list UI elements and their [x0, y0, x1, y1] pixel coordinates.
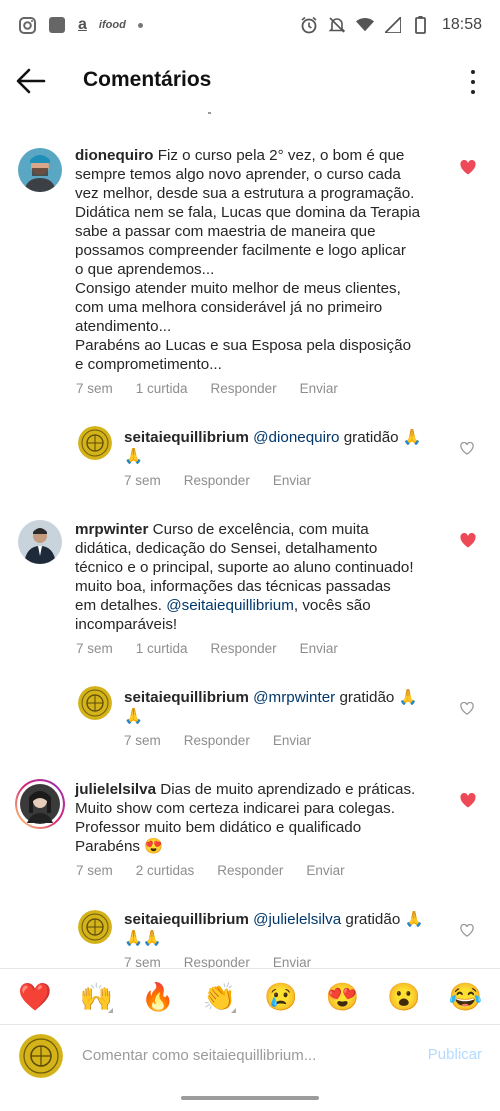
wifi-icon: [355, 16, 374, 34]
comment-composer: Publicar: [0, 1026, 500, 1086]
fire-emoji[interactable]: 🔥: [138, 981, 178, 1013]
liked-heart-icon[interactable]: [460, 159, 476, 176]
reply-button[interactable]: Responder: [211, 641, 277, 656]
status-bar: a ifood 18:58: [0, 0, 500, 50]
reply-button[interactable]: Responder: [217, 863, 283, 878]
signal-icon: [384, 16, 402, 34]
comment-input[interactable]: [82, 1043, 402, 1067]
reply-text: seitaiequillibrium @dionequiro gratidão …: [124, 428, 444, 466]
send-button[interactable]: Enviar: [306, 863, 344, 878]
reply-item: seitaiequillibrium @dionequiro gratidão …: [0, 425, 500, 495]
liked-heart-icon[interactable]: [460, 792, 476, 809]
comment-text: mrpwinter Curso de excelência, com muita…: [75, 520, 480, 634]
avatar[interactable]: [78, 910, 112, 944]
send-button[interactable]: Enviar: [273, 955, 311, 968]
comment-item: julielelsilva Dias de muito aprendizado …: [0, 779, 500, 884]
surprised-face-emoji[interactable]: 😮: [384, 981, 424, 1013]
reply-item: seitaiequillibrium @mrpwinter gratidão 🙏…: [0, 685, 500, 755]
tears-of-joy-emoji[interactable]: 😂: [445, 981, 485, 1013]
comment-time: 7 sem: [76, 863, 113, 878]
comment-text: julielelsilva Dias de muito aprendizado …: [75, 780, 480, 856]
comment-time: 7 sem: [76, 641, 113, 656]
reply-username[interactable]: seitaiequillibrium: [124, 911, 249, 928]
mention-link[interactable]: @julielelsilva: [253, 911, 341, 928]
back-arrow-icon[interactable]: [14, 66, 48, 96]
avatar[interactable]: [18, 148, 62, 192]
reply-text: seitaiequillibrium @julielelsilva gratid…: [124, 910, 444, 948]
liked-heart-icon[interactable]: [460, 532, 476, 549]
mention-link[interactable]: @seitaiequillibrium: [166, 597, 294, 614]
reply-text: seitaiequillibrium @mrpwinter gratidão 🙏…: [124, 688, 444, 726]
dot-icon: [137, 22, 143, 28]
send-button[interactable]: Enviar: [300, 381, 338, 396]
comment-item: mrpwinter Curso de excelência, com muita…: [0, 519, 500, 659]
reply-meta: 7 sem Responder Enviar: [124, 733, 334, 748]
publish-button[interactable]: Publicar: [428, 1046, 482, 1063]
comment-time: 7 sem: [76, 381, 113, 396]
avatar[interactable]: [78, 426, 112, 460]
comment-meta: 7 sem 1 curtida Responder Enviar: [76, 381, 361, 396]
comment-username[interactable]: dionequiro: [75, 147, 153, 164]
home-indicator[interactable]: [181, 1096, 319, 1100]
avatar[interactable]: [15, 779, 65, 829]
reply-button[interactable]: Responder: [184, 473, 250, 488]
red-heart-emoji[interactable]: ❤️: [15, 981, 55, 1013]
send-button[interactable]: Enviar: [300, 641, 338, 656]
mute-icon: [328, 16, 346, 34]
comment-meta: 7 sem 1 curtida Responder Enviar: [76, 641, 361, 656]
comment-time: 7 sem: [124, 473, 161, 488]
comment-time: 7 sem: [124, 733, 161, 748]
reply-username[interactable]: seitaiequillibrium: [124, 689, 249, 706]
battery-icon: [412, 16, 430, 34]
reply-meta: 7 sem Responder Enviar: [124, 955, 334, 968]
amazon-icon: a: [78, 16, 87, 33]
mention-link[interactable]: @mrpwinter: [253, 689, 335, 706]
heart-icon[interactable]: [460, 923, 476, 940]
heart-eyes-emoji[interactable]: 😍: [322, 981, 362, 1013]
reply-button[interactable]: Responder: [211, 381, 277, 396]
likes-count[interactable]: 1 curtida: [136, 641, 188, 656]
alarm-icon: [300, 16, 318, 34]
status-left-icons: a ifood: [18, 16, 143, 34]
reply-item: seitaiequillibrium @julielelsilva gratid…: [0, 909, 500, 968]
send-button[interactable]: Enviar: [273, 733, 311, 748]
comment-text: dionequiro Fiz o curso pela 2° vez, o bo…: [75, 146, 480, 374]
reply-button[interactable]: Responder: [184, 733, 250, 748]
comment-time: 7 sem: [124, 955, 161, 968]
comment-username[interactable]: mrpwinter: [75, 521, 148, 538]
likes-count[interactable]: 2 curtidas: [136, 863, 195, 878]
reply-username[interactable]: seitaiequillibrium: [124, 429, 249, 446]
avatar[interactable]: [78, 686, 112, 720]
crying-face-emoji[interactable]: 😢: [261, 981, 301, 1013]
instagram-icon: [18, 16, 36, 34]
quick-reactions-bar: ❤️ 🙌 🔥 👏 😢 😍 😮 😂: [0, 968, 500, 1025]
comment-meta: 7 sem 2 curtidas Responder Enviar: [76, 863, 368, 878]
comment-content: Fiz o curso pela 2° vez, o bom é que sem…: [75, 147, 421, 373]
reply-button[interactable]: Responder: [184, 955, 250, 968]
reply-meta: 7 sem Responder Enviar: [124, 473, 334, 488]
comment-username[interactable]: julielelsilva: [75, 781, 156, 798]
comment-item: dionequiro Fiz o curso pela 2° vez, o bo…: [0, 145, 500, 400]
send-button[interactable]: Enviar: [273, 473, 311, 488]
status-time: 18:58: [441, 16, 482, 33]
more-options-icon[interactable]: [468, 70, 478, 94]
heart-icon[interactable]: [460, 701, 476, 718]
avatar[interactable]: [18, 520, 62, 564]
likes-count[interactable]: 1 curtida: [136, 381, 188, 396]
app-icon: [48, 16, 66, 34]
page-title: Comentários: [83, 68, 212, 91]
mention-link[interactable]: @dionequiro: [253, 429, 339, 446]
scroll-indicator: [208, 112, 211, 114]
avatar: [19, 1034, 63, 1078]
heart-icon[interactable]: [460, 441, 476, 458]
status-right-icons: 18:58: [300, 16, 482, 34]
clapping-hands-emoji[interactable]: 👏: [199, 981, 239, 1013]
ifood-icon: ifood: [98, 19, 126, 31]
raising-hands-emoji[interactable]: 🙌: [76, 981, 116, 1013]
header: Comentários: [0, 52, 500, 112]
